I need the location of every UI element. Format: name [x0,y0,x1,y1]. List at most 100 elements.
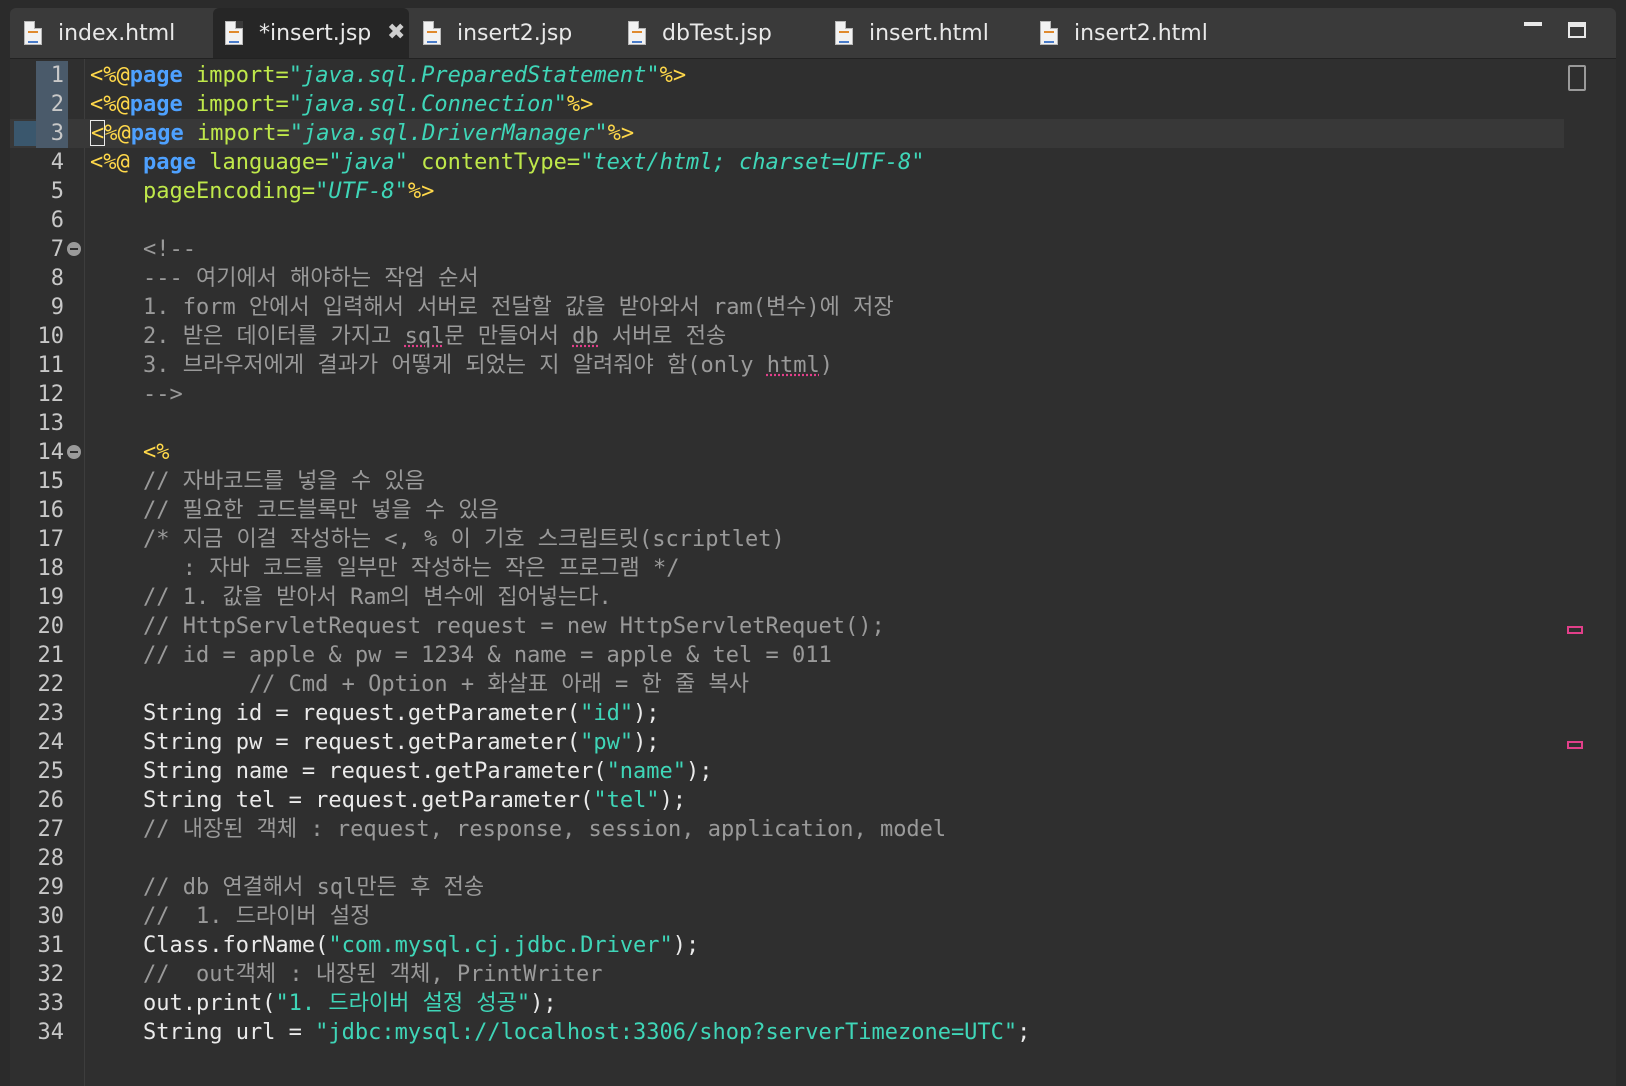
fold-collapse-icon[interactable] [67,445,81,459]
file-icon [628,21,646,45]
line-number: 21 [37,643,65,668]
tab-label: insert.html [869,20,989,46]
code-line: 9 1. form 안에서 입력해서 서버로 전달할 값을 받아와서 ram(변… [10,293,1590,322]
maximize-button[interactable] [1566,18,1588,40]
code-line: 11 3. 브라우저에게 결과가 어떻게 되었는 지 알려줘야 함(only h… [10,351,1590,380]
line-number: 34 [37,1020,65,1045]
code-line: 17 /* 지금 이걸 작성하는 <, % 이 기호 스크립트릿(scriptl… [10,525,1590,554]
line-number: 3 [50,121,64,146]
tab-label: insert2.html [1074,20,1208,46]
line-number: 26 [37,788,65,813]
overview-ruler[interactable] [1564,59,1590,1086]
code-line: 21 // id = apple & pw = 1234 & name = ap… [10,641,1590,670]
editor-window: index.html *insert.jsp ✖ insert2.jsp dbT… [10,8,1616,1086]
line-number: 4 [50,150,64,175]
line-number: 11 [37,353,65,378]
code-text: out.print("1. 드라이버 설정 성공"); [90,991,557,1016]
minimize-button[interactable] [1522,18,1544,40]
code-text: // db 연결해서 sql만든 후 전송 [90,875,485,900]
line-number: 32 [37,962,65,987]
tab-insert2-jsp[interactable]: insert2.jsp [423,8,613,58]
code-text: <%@page import="java.sql.Connection"%> [90,92,594,117]
code-line: 5 pageEncoding="UTF-8"%> [10,177,1590,206]
code-line: 30 // 1. 드라이버 설정 [10,902,1590,931]
tab-label: dbTest.jsp [662,20,772,46]
line-number: 10 [37,324,65,349]
tab-index-html[interactable]: index.html [24,8,209,58]
line-number: 19 [37,585,65,610]
line-number: 29 [37,875,65,900]
code-text: // 자바코드를 넣을 수 있음 [90,469,425,494]
code-line: 7 <!-- [10,235,1590,264]
code-line: 15 // 자바코드를 넣을 수 있음 [10,467,1590,496]
code-line: 13 [10,409,1590,438]
code-line: 20 // HttpServletRequest request = new H… [10,612,1590,641]
file-icon [423,21,441,45]
tab-insert-jsp[interactable]: *insert.jsp ✖ [213,8,409,58]
fold-collapse-icon[interactable] [67,242,81,256]
line-number: 1 [50,63,64,88]
line-number: 23 [37,701,65,726]
code-line: 28 [10,844,1590,873]
tab-insert2-html[interactable]: insert2.html [1040,8,1250,58]
line-number: 27 [37,817,65,842]
tab-dbtest-jsp[interactable]: dbTest.jsp [628,8,818,58]
line-number: 25 [37,759,65,784]
code-line: 8 --- 여기에서 해야하는 작업 순서 [10,264,1590,293]
line-number: 7 [50,237,64,262]
code-text: // 1. 드라이버 설정 [90,904,371,929]
code-line: 18 : 자바 코드를 일부만 작성하는 작은 프로그램 */ [10,554,1590,583]
close-icon[interactable]: ✖ [385,22,407,44]
overview-thumb[interactable] [1568,65,1586,91]
warning-marker[interactable] [1567,626,1583,634]
code-text: Class.forName("com.mysql.cj.jdbc.Driver"… [90,933,700,958]
line-number: 30 [37,904,65,929]
code-text: String url = "jdbc:mysql://localhost:330… [90,1020,1031,1045]
tab-insert-html[interactable]: insert.html [835,8,1025,58]
code-text: <!-- [90,237,196,262]
line-number: 13 [37,411,65,436]
code-editor[interactable]: 1 <%@page import="java.sql.PreparedState… [10,59,1590,1086]
code-line: 31 Class.forName("com.mysql.cj.jdbc.Driv… [10,931,1590,960]
maximize-icon [1568,22,1586,38]
code-text: 3. 브라우저에게 결과가 어떻게 되었는 지 알려줘야 함(only html… [90,353,833,378]
warning-marker[interactable] [1567,741,1583,749]
line-number: 8 [50,266,64,291]
code-line: 26 String tel = request.getParameter("te… [10,786,1590,815]
code-text: // 1. 값을 받아서 Ram의 변수에 집어넣는다. [90,585,612,610]
code-text: 2. 받은 데이터를 가지고 sql문 만들어서 db 서버로 전송 [90,324,727,349]
code-text: pageEncoding="UTF-8"%> [90,179,435,204]
code-text: --- 여기에서 해야하는 작업 순서 [90,266,479,291]
line-number: 20 [37,614,65,639]
code-line: 10 2. 받은 데이터를 가지고 sql문 만들어서 db 서버로 전송 [10,322,1590,351]
code-line: 27 // 내장된 객체 : request, response, sessio… [10,815,1590,844]
line-number: 5 [50,179,64,204]
line-number: 2 [50,92,64,117]
code-text: String tel = request.getParameter("tel")… [90,788,687,813]
code-text: <%@ page language="java" contentType="te… [90,150,925,175]
code-text: <%@page import="java.sql.DriverManager"%… [90,119,635,146]
code-line: 1 <%@page import="java.sql.PreparedState… [10,61,1590,90]
code-line: 24 String pw = request.getParameter("pw"… [10,728,1590,757]
line-number: 14 [37,440,65,465]
file-icon [1040,21,1058,45]
code-line: 12 --> [10,380,1590,409]
code-text: // id = apple & pw = 1234 & name = apple… [90,643,832,668]
code-line: 22 // Cmd + Option + 화살표 아래 = 한 줄 복사 [10,670,1590,699]
code-text: // out객체 : 내장된 객체, PrintWriter [90,962,603,987]
file-icon [24,21,42,45]
line-number: 12 [37,382,65,407]
minimize-icon [1524,22,1542,26]
tab-label: insert2.jsp [457,20,573,46]
tab-bar: index.html *insert.jsp ✖ insert2.jsp dbT… [10,8,1616,59]
code-line: 29 // db 연결해서 sql만든 후 전송 [10,873,1590,902]
line-number: 24 [37,730,65,755]
line-number: 17 [37,527,65,552]
line-number: 18 [37,556,65,581]
code-line: 16 // 필요한 코드블록만 넣을 수 있음 [10,496,1590,525]
line-number: 16 [37,498,65,523]
code-text: : 자바 코드를 일부만 작성하는 작은 프로그램 */ [90,556,680,581]
current-code-line: 3 <%@page import="java.sql.DriverManager… [10,119,1590,148]
code-text: --> [90,382,183,407]
tab-label: *insert.jsp [259,20,372,46]
